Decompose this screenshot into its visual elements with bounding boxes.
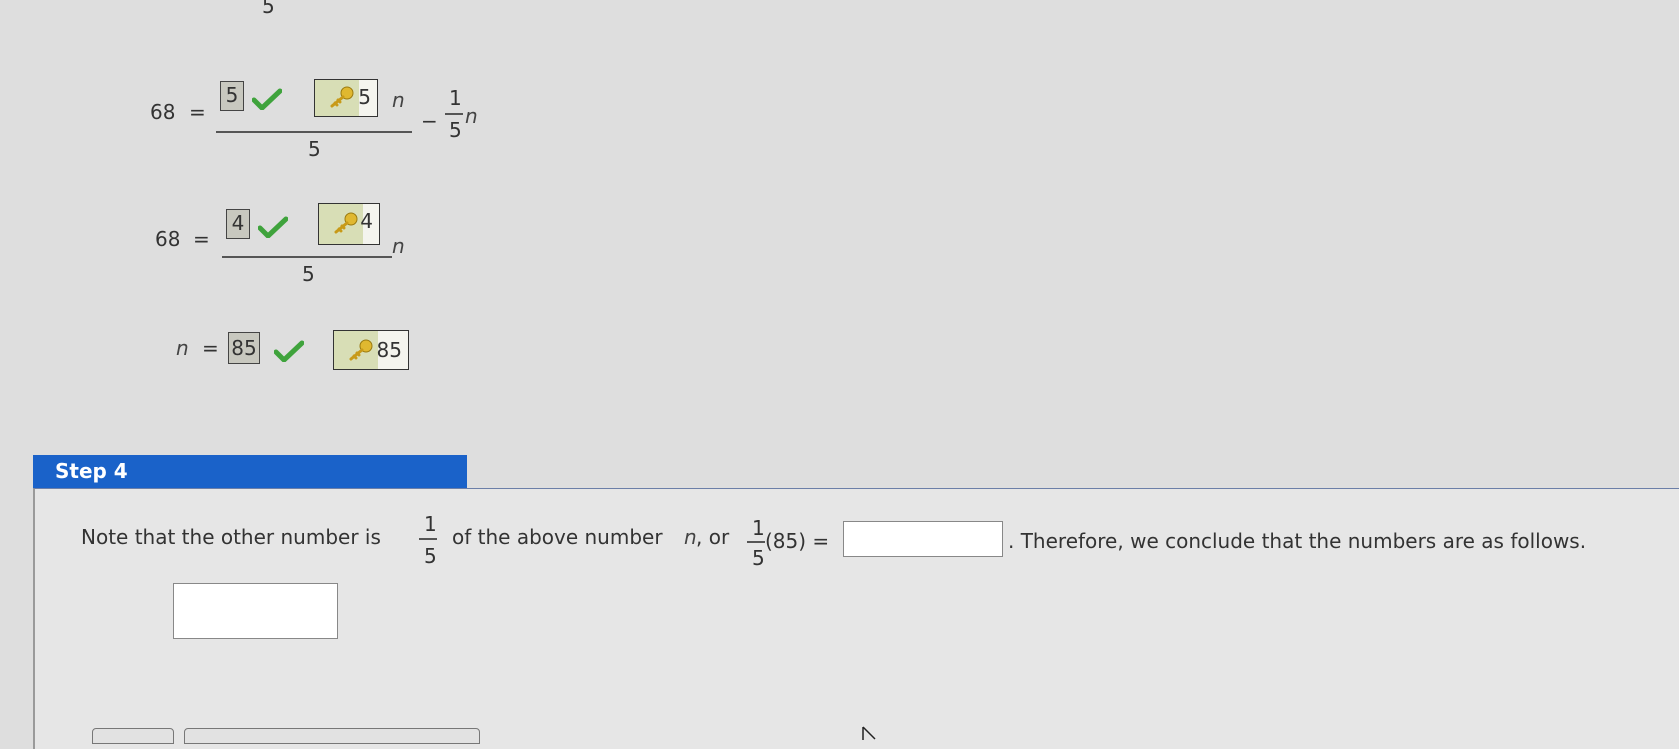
step4-text-a: Note that the other number is (81, 525, 381, 549)
check-icon (274, 340, 304, 362)
row1-frac-numerator: 1 (449, 86, 462, 110)
step4-frac2-denominator: 5 (752, 546, 765, 570)
top-fragment (140, 0, 300, 2)
row1-key-answer: 5 (314, 79, 378, 117)
row1-fraction-bar (216, 131, 412, 133)
row2-variable-n: n (392, 234, 405, 258)
row1-equals: = (189, 100, 206, 124)
row1-lhs: 68 (150, 100, 176, 124)
key-icon (330, 86, 354, 108)
row3-variable-n: n (176, 336, 189, 360)
row3-answer-box: 85 (228, 332, 260, 364)
row2-denominator: 5 (302, 262, 315, 286)
step4-frac1-denominator: 5 (424, 544, 437, 568)
row2-lhs: 68 (155, 227, 181, 251)
row3-key-value: 85 (376, 338, 402, 362)
row2-key-value: 4 (360, 209, 373, 233)
row3-equals: = (202, 336, 219, 360)
row1-tail-n: n (465, 104, 478, 128)
row2-key-answer: 4 (318, 203, 380, 245)
row1-answer-box: 5 (220, 81, 244, 111)
row3-key-answer: 85 (333, 330, 409, 370)
check-icon (258, 216, 288, 238)
step4-text-d: (85) = (765, 529, 830, 553)
step4-text-e: . Therefore, we conclude that the number… (1008, 529, 1587, 553)
skip-button[interactable] (184, 728, 480, 744)
check-icon (252, 88, 282, 110)
row2-fraction-bar (222, 256, 392, 258)
row1-frac-denominator: 5 (449, 118, 462, 142)
key-icon (334, 212, 358, 234)
step4-answer-input[interactable] (843, 521, 1003, 557)
submit-button[interactable] (92, 728, 174, 744)
row1-key-value: 5 (358, 85, 371, 109)
step4-text-b: of the above number (452, 525, 663, 549)
step4-frac2-numerator: 1 (752, 516, 765, 540)
step-4-header: Step 4 (33, 455, 467, 488)
cursor-icon (862, 726, 876, 740)
step4-frac1-numerator: 1 (424, 512, 437, 536)
key-icon (349, 339, 373, 361)
step4-frac2-bar (747, 541, 765, 543)
step4-text-c: , or (696, 525, 730, 549)
row1-denominator: 5 (308, 137, 321, 161)
row2-answer-box: 4 (226, 209, 250, 239)
step4-variable-n: n (684, 525, 697, 549)
top-fraction-denominator: 5 (262, 0, 275, 18)
row1-variable-n: n (392, 88, 405, 112)
numbers-answer-input[interactable] (173, 583, 338, 639)
step4-frac1-bar (419, 538, 437, 540)
row2-equals: = (193, 227, 210, 251)
row1-small-fraction-bar (445, 113, 463, 115)
row1-minus: − (421, 109, 438, 133)
